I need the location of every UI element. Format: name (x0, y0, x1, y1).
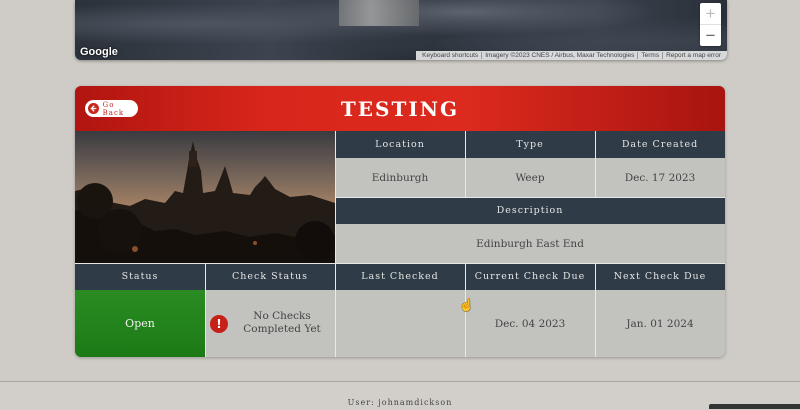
alert-icon: ! (210, 315, 228, 333)
grid-divider (465, 131, 466, 197)
location-header: Location (335, 131, 465, 158)
last-checked-value (335, 290, 465, 357)
next-check-due-value: Jan. 01 2024 (595, 290, 725, 357)
current-user-label: User: johnamdickson (347, 398, 453, 407)
grid-divider (595, 131, 596, 197)
corner-widget (709, 404, 800, 409)
page-footer: User: johnamdickson (0, 381, 800, 410)
terms-link[interactable]: Terms (637, 52, 662, 59)
current-check-due-value: Dec. 04 2023 (465, 290, 595, 357)
go-back-button[interactable]: Go Back (85, 100, 138, 117)
grid-divider (335, 197, 725, 198)
zoom-in-button[interactable]: + (700, 3, 721, 25)
map-view[interactable]: Google Keyboard shortcuts Imagery ©2023 … (75, 0, 727, 60)
description-header: Description (335, 197, 725, 224)
status-badge: Open (75, 290, 205, 357)
check-status-cell: ! No Checks Completed Yet (205, 290, 335, 357)
check-status-value: No Checks Completed Yet (243, 310, 321, 335)
site-detail-card: TESTING Go Back Location Type Date Creat… (75, 86, 725, 357)
zoom-out-button[interactable]: − (700, 25, 721, 46)
site-photo (75, 131, 335, 263)
grid-divider (205, 263, 206, 357)
date-created-value: Dec. 17 2023 (595, 158, 725, 197)
grid-divider (335, 131, 336, 357)
current-check-due-header: Current Check Due (465, 263, 595, 290)
last-checked-header: Last Checked (335, 263, 465, 290)
location-value: Edinburgh (335, 158, 465, 197)
map-attribution: Keyboard shortcuts Imagery ©2023 CNES / … (416, 51, 727, 60)
description-value: Edinburgh East End (335, 224, 725, 263)
status-header: Status (75, 263, 205, 290)
map-imagery-detail (339, 0, 419, 26)
check-status-header: Check Status (205, 263, 335, 290)
google-logo: Google (80, 46, 118, 58)
type-header: Type (465, 131, 595, 158)
go-back-label: Go Back (102, 100, 125, 117)
keyboard-shortcuts-link[interactable]: Keyboard shortcuts (419, 52, 481, 59)
grid-divider (75, 263, 725, 264)
type-value: Weep (465, 158, 595, 197)
page-title: TESTING (340, 96, 460, 121)
date-created-header: Date Created (595, 131, 725, 158)
grid-divider (595, 263, 596, 357)
mouse-cursor-icon: ☝ (459, 298, 474, 312)
arrow-left-icon (88, 103, 99, 114)
zoom-control: + − (700, 3, 721, 46)
report-map-error-link[interactable]: Report a map error (662, 52, 724, 59)
next-check-due-header: Next Check Due (595, 263, 725, 290)
imagery-credit: Imagery ©2023 CNES / Airbus, Maxar Techn… (481, 52, 637, 59)
